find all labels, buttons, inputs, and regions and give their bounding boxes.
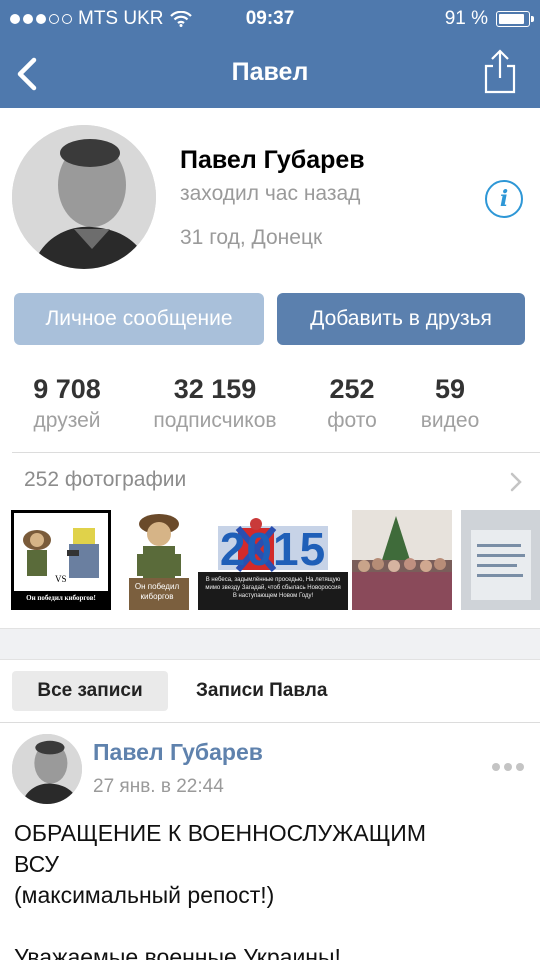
divider bbox=[0, 722, 540, 723]
divider bbox=[12, 452, 540, 453]
post-line: (максимальный репост!) bbox=[14, 882, 275, 908]
stat-photos[interactable]: 252 фото bbox=[318, 374, 386, 433]
stat-followers[interactable]: 32 159 подписчиков bbox=[140, 374, 290, 433]
thumb-caption: В небеса, задымлённые проседью, На летящ… bbox=[205, 577, 341, 599]
thumb-caption: Он победил киборгов! bbox=[26, 594, 96, 602]
battery-icon bbox=[496, 11, 534, 27]
post-line: Уважаемые военные Украины! bbox=[14, 944, 341, 960]
stat-videos[interactable]: 59 видео bbox=[412, 374, 488, 433]
post-author[interactable]: Павел Губарев bbox=[93, 739, 263, 766]
thumb-vs: VS bbox=[55, 574, 67, 584]
photo-thumb[interactable] bbox=[352, 510, 452, 610]
stat-label: видео bbox=[420, 409, 480, 432]
stat-label: подписчиков bbox=[153, 409, 277, 432]
post-line bbox=[14, 911, 534, 942]
info-icon[interactable]: i bbox=[485, 180, 523, 218]
photos-label[interactable]: 252 фотографии bbox=[24, 468, 186, 492]
tab-own-posts[interactable]: Записи Павла bbox=[196, 671, 327, 711]
post-time: 27 янв. в 22:44 bbox=[93, 776, 224, 797]
tab-all-posts[interactable]: Все записи bbox=[12, 671, 168, 711]
stat-value: 32 159 bbox=[173, 374, 257, 404]
stat-value: 9 708 bbox=[33, 374, 101, 404]
add-friend-button[interactable]: Добавить в друзья bbox=[277, 293, 525, 345]
stat-label: друзей bbox=[33, 409, 101, 432]
photo-thumb[interactable]: VS Он победил киборгов! bbox=[11, 510, 111, 610]
chevron-right-icon[interactable] bbox=[508, 472, 524, 492]
photo-thumb[interactable]: Он победил киборгов bbox=[123, 510, 193, 610]
profile-avatar[interactable] bbox=[12, 125, 156, 269]
thumb-caption: Он победил киборгов bbox=[134, 582, 180, 601]
status-bar: MTS UKR 09:37 91 % bbox=[0, 0, 540, 40]
post-text: ОБРАЩЕНИЕ К ВОЕННОСЛУЖАЩИМ ВСУ (максимал… bbox=[14, 818, 534, 960]
photo-thumb[interactable]: 2015 В небеса, задымлённые проседью, На … bbox=[198, 510, 348, 610]
stat-value: 59 bbox=[434, 374, 466, 404]
section-gap bbox=[0, 628, 540, 660]
profile-name: Павел Губарев bbox=[180, 146, 365, 174]
last-seen: заходил час назад bbox=[180, 182, 361, 205]
post-avatar[interactable] bbox=[12, 734, 82, 804]
nav-title: Павел bbox=[231, 58, 309, 86]
post-line: ОБРАЩЕНИЕ К ВОЕННОСЛУЖАЩИМ bbox=[14, 820, 426, 846]
post-line: ВСУ bbox=[14, 851, 60, 877]
top-bar: MTS UKR 09:37 91 % Павел bbox=[0, 0, 540, 108]
message-button[interactable]: Личное сообщение bbox=[14, 293, 264, 345]
more-options-icon[interactable] bbox=[492, 763, 524, 771]
age-city: 31 год, Донецк bbox=[180, 226, 323, 249]
stat-value: 252 bbox=[329, 374, 375, 404]
nav-bar: Павел bbox=[0, 40, 540, 108]
status-right: 91 % bbox=[444, 8, 534, 30]
share-icon[interactable] bbox=[480, 48, 520, 94]
stat-friends[interactable]: 9 708 друзей bbox=[22, 374, 112, 433]
stat-label: фото bbox=[327, 409, 377, 432]
battery-percent: 91 % bbox=[444, 8, 488, 29]
thumb-year: 2015 bbox=[219, 523, 327, 575]
photo-thumb[interactable] bbox=[461, 510, 540, 610]
